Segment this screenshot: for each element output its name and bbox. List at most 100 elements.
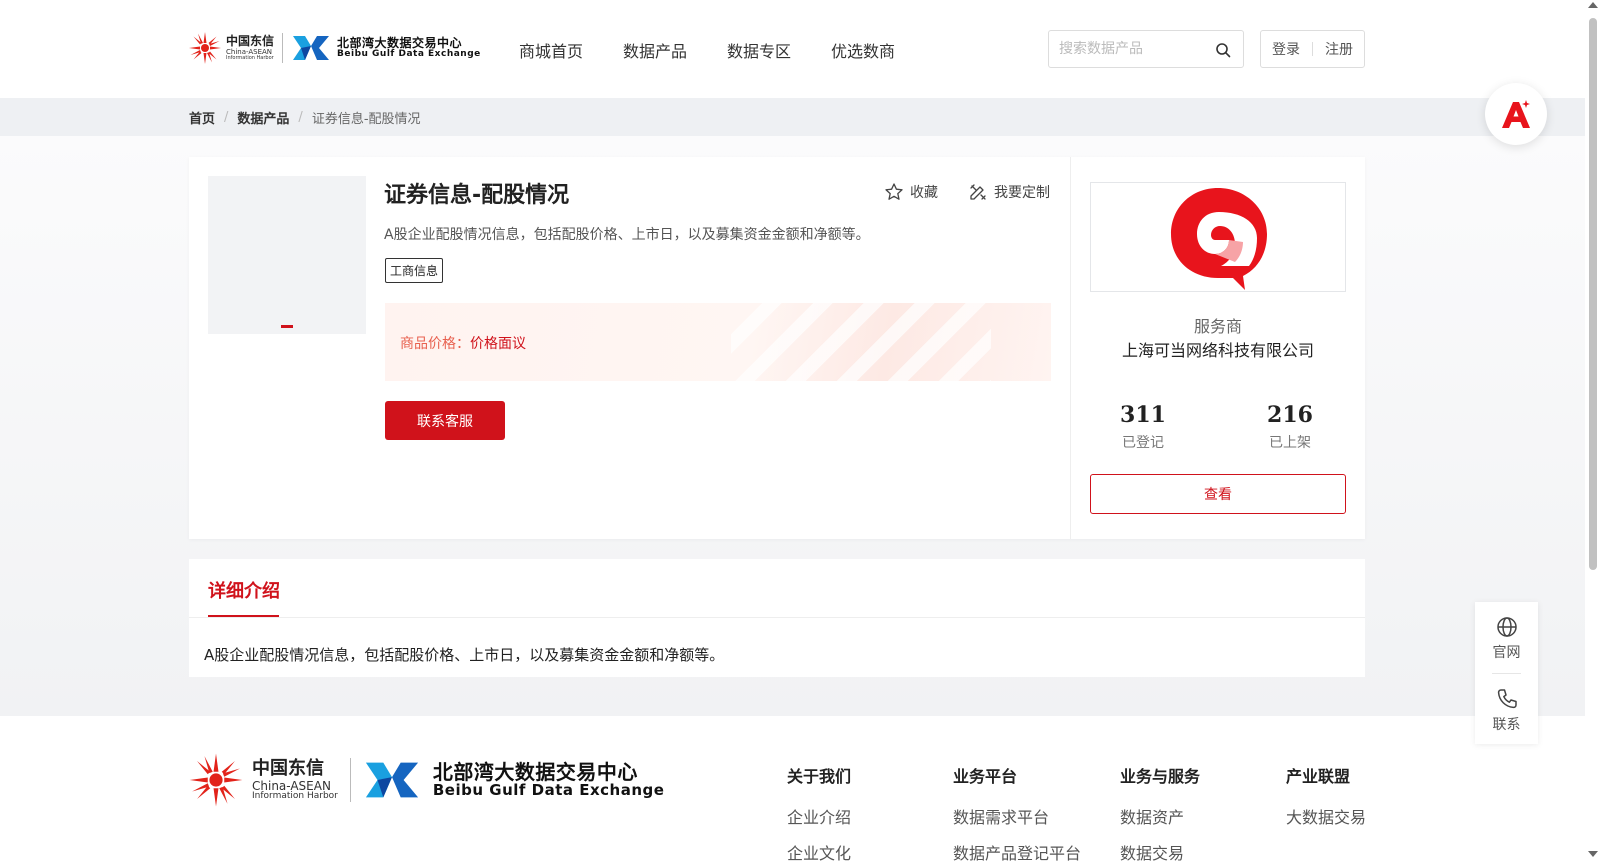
- customize-tools-icon: [970, 184, 986, 200]
- provider-label: 服务商: [1193, 317, 1242, 336]
- listed-count: 216: [1267, 402, 1313, 428]
- price-label: 商品价格：: [400, 336, 470, 352]
- ai-assistant-icon: [1502, 100, 1530, 128]
- footer-col-heading: 产业联盟: [1286, 767, 1351, 786]
- footer-col-heading: 业务与服务: [1120, 767, 1201, 786]
- customize-label: 我要定制: [994, 185, 1050, 201]
- product-thumbnail: [208, 176, 366, 334]
- footer-link[interactable]: 大数据交易: [1286, 804, 1366, 828]
- login-link[interactable]: 登录: [1272, 39, 1300, 59]
- footer-logo[interactable]: 中国东信 China-ASEAN Information Harbor 北部湾大…: [188, 752, 664, 808]
- nav-item-data-zone[interactable]: 数据专区: [727, 38, 791, 62]
- breadcrumb-home[interactable]: 首页: [189, 108, 215, 127]
- side-contact-button[interactable]: 联系: [1475, 688, 1538, 734]
- product-title: 证券信息-配股情况: [384, 183, 570, 208]
- footer-col-platform: 业务平台 数据需求平台 数据产品登记平台: [953, 763, 1081, 861]
- search-box: [1048, 30, 1244, 68]
- logo-bbg-en: Beibu Gulf Data Exchange: [337, 48, 481, 59]
- price-line: 商品价格：价格面议: [400, 333, 526, 353]
- footer-link[interactable]: 企业介绍: [787, 804, 851, 828]
- provider-name: 上海可当网络科技有限公司: [1121, 341, 1314, 360]
- favorite-label: 收藏: [910, 185, 938, 201]
- footer-col-heading: 关于我们: [787, 767, 852, 786]
- footer-col-heading: 业务平台: [953, 767, 1018, 786]
- registered-stat: 311 已登记: [1093, 402, 1193, 452]
- top-header: 中国东信 China-ASEAN Information Harbor 北部湾大…: [0, 0, 1585, 98]
- product-card: 证券信息-配股情况 收藏 我要定制 A股企业配股情况信息，包括配股价格、上市日，…: [189, 157, 1365, 539]
- footer-col-alliance: 产业联盟 大数据交易: [1286, 763, 1366, 828]
- registered-label: 已登记: [1122, 435, 1164, 451]
- scroll-up-arrow-icon[interactable]: [1588, 2, 1598, 8]
- scrollbar-thumb[interactable]: [1589, 18, 1597, 570]
- side-toolbar: 官网 联系: [1475, 602, 1538, 744]
- footer-col-about: 关于我们 企业介绍 企业文化: [787, 763, 851, 861]
- contact-support-button[interactable]: 联系客服: [385, 401, 505, 440]
- provider-logo: [1090, 182, 1346, 292]
- product-tag: 工商信息: [385, 258, 444, 283]
- nav-item-preferred-merchants[interactable]: 优选数商: [831, 38, 895, 62]
- logo-cn-en2: Information Harbor: [226, 55, 274, 61]
- side-website-label: 官网: [1492, 645, 1521, 661]
- footer-link[interactable]: 数据产品登记平台: [953, 840, 1081, 861]
- search-icon[interactable]: [1215, 42, 1231, 58]
- breadcrumb: 首页 / 数据产品 / 证券信息-配股情况: [189, 108, 421, 127]
- price-value: 价格面议: [470, 336, 526, 352]
- provider-brand-logo-icon: [1171, 188, 1267, 290]
- main-nav: 商城首页 数据产品 数据专区 优选数商: [519, 38, 935, 62]
- footer-link[interactable]: 数据需求平台: [953, 804, 1081, 828]
- site-logo[interactable]: 中国东信 China-ASEAN Information Harbor 北部湾大…: [188, 28, 481, 68]
- ai-assistant-button[interactable]: [1485, 83, 1547, 145]
- beibu-gulf-wordmark: 北部湾大数据交易中心 Beibu Gulf Data Exchange: [337, 37, 481, 59]
- detail-text: A股企业配股情况信息，包括配股价格、上市日，以及募集资金金额和净额等。: [204, 646, 725, 664]
- footer-link[interactable]: 数据交易: [1120, 840, 1200, 861]
- star-icon: [885, 183, 903, 200]
- china-asean-wordmark: 中国东信 China-ASEAN Information Harbor: [226, 35, 274, 61]
- footer-logo-bbg-name: 北部湾大数据交易中心: [432, 759, 638, 784]
- side-contact-label: 联系: [1492, 717, 1521, 733]
- search-input[interactable]: [1049, 31, 1199, 67]
- breadcrumb-current: 证券信息-配股情况: [311, 112, 421, 127]
- view-provider-button[interactable]: 查看: [1090, 474, 1346, 514]
- beibu-gulf-logo-icon: [365, 762, 418, 798]
- side-website-button[interactable]: 官网: [1475, 616, 1538, 662]
- china-asean-burst-logo-icon: [189, 32, 221, 64]
- nav-item-data-products[interactable]: 数据产品: [623, 38, 687, 62]
- favorite-button[interactable]: 收藏: [884, 182, 938, 202]
- logo-bbg-name: 北部湾大数据交易中心: [337, 35, 463, 50]
- breadcrumb-separator: /: [224, 110, 229, 125]
- logo-divider: [282, 33, 284, 63]
- breadcrumb-separator: /: [298, 110, 303, 125]
- footer-bbg-wordmark: 北部湾大数据交易中心 Beibu Gulf Data Exchange: [432, 759, 665, 799]
- register-link[interactable]: 注册: [1325, 39, 1353, 59]
- listed-label: 已上架: [1269, 435, 1311, 451]
- detail-section: 详细介绍 A股企业配股情况信息，包括配股价格、上市日，以及募集资金金额和净额等。: [189, 559, 1365, 677]
- footer-logo-divider: [349, 758, 351, 802]
- beibu-gulf-logo-icon: [293, 36, 330, 60]
- customize-button[interactable]: 我要定制: [968, 182, 1050, 202]
- footer-logo-cn-en2: Information Harbor: [252, 790, 338, 801]
- tab-separator: [189, 617, 1365, 618]
- china-asean-burst-logo-icon: [189, 753, 243, 807]
- auth-box: 登录 注册: [1260, 30, 1365, 68]
- phone-icon: [1497, 689, 1517, 709]
- footer-cn-wordmark: 中国东信 China-ASEAN Information Harbor: [252, 759, 338, 801]
- globe-icon: [1496, 617, 1517, 637]
- breadcrumb-bar: 首页 / 数据产品 / 证券信息-配股情况: [0, 98, 1585, 136]
- price-panel: 商品价格：价格面议: [385, 303, 1051, 381]
- nav-item-home[interactable]: 商城首页: [519, 38, 583, 62]
- thumbnail-indicator[interactable]: [281, 325, 293, 328]
- footer: 中国东信 China-ASEAN Information Harbor 北部湾大…: [0, 716, 1585, 861]
- tab-detail-intro[interactable]: 详细介绍: [208, 577, 280, 603]
- scroll-down-arrow-icon[interactable]: [1588, 851, 1598, 857]
- side-toolbar-divider: [1492, 673, 1521, 674]
- footer-col-services: 业务与服务 数据资产 数据交易: [1120, 763, 1200, 861]
- footer-logo-cn-en1: China-ASEAN: [252, 778, 331, 793]
- logo-cn-name: 中国东信: [226, 34, 275, 48]
- footer-link[interactable]: 数据资产: [1120, 804, 1200, 828]
- breadcrumb-category[interactable]: 数据产品: [237, 108, 289, 127]
- product-description: A股企业配股情况信息，包括配股价格、上市日，以及募集资金金额和净额等。: [384, 227, 870, 243]
- listed-stat: 216 已上架: [1240, 402, 1340, 452]
- auth-divider: [1312, 42, 1313, 56]
- footer-link[interactable]: 企业文化: [787, 840, 851, 861]
- registered-count: 311: [1120, 402, 1166, 428]
